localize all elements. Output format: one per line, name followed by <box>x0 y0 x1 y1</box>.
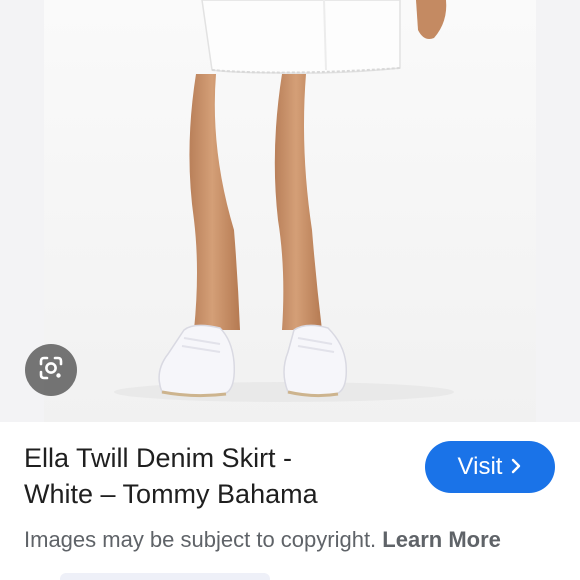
lens-camera-icon <box>37 354 65 387</box>
product-title[interactable]: Ella Twill Denim Skirt - White – Tommy B… <box>24 440 404 512</box>
visual-search-button[interactable] <box>25 344 77 396</box>
chevron-right-icon <box>510 458 522 478</box>
product-photo-drawing <box>44 0 536 422</box>
product-title-line-2: White – Tommy Bahama <box>24 479 318 509</box>
product-image-area[interactable] <box>0 0 580 422</box>
visit-button[interactable]: Visit <box>425 441 555 493</box>
learn-more-link[interactable]: Learn More <box>382 527 501 552</box>
visit-button-label: Visit <box>457 453 503 480</box>
product-photo[interactable] <box>44 0 536 422</box>
copyright-notice-text: Images may be subject to copyright. <box>24 527 377 552</box>
image-result-panel: Ella Twill Denim Skirt - White – Tommy B… <box>0 0 580 580</box>
copyright-notice: Images may be subject to copyright. Lear… <box>24 526 564 554</box>
next-card-hint <box>60 573 270 580</box>
product-title-line-1: Ella Twill Denim Skirt - <box>24 443 293 473</box>
